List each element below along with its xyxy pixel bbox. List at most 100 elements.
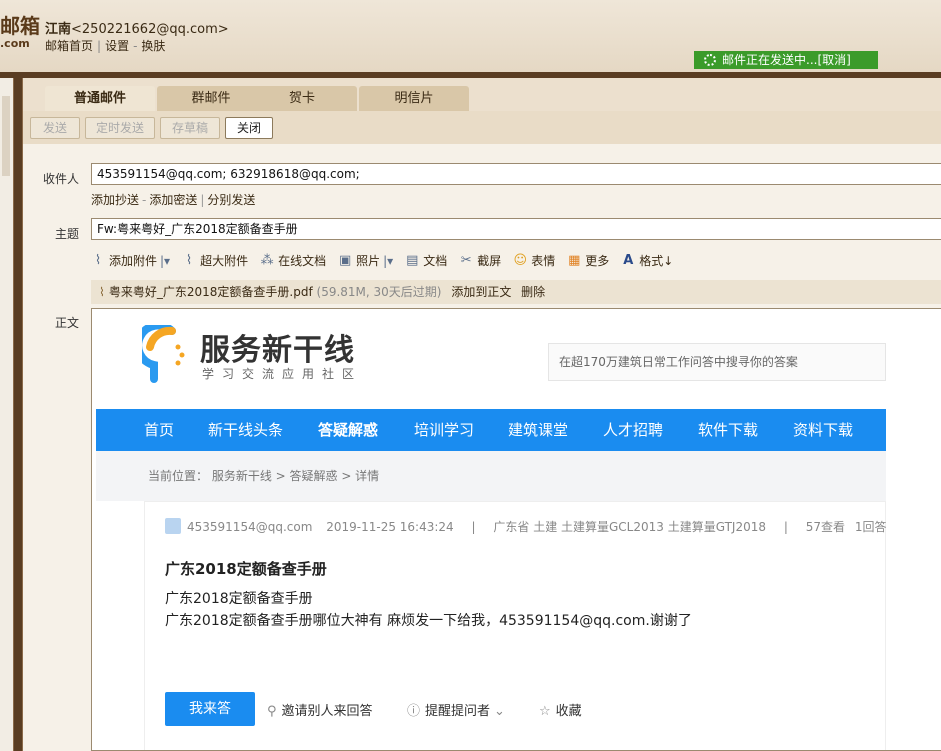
photo-label: 照片 [356, 254, 381, 268]
document-button[interactable]: ▤ 文档 [405, 252, 447, 269]
scissors-icon: ✂ [460, 252, 472, 268]
scheduled-send-button[interactable]: 定时发送 [85, 117, 155, 139]
mail-logo[interactable]: 邮箱 .com [0, 14, 40, 49]
subject-field[interactable]: Fw:粤来粤好_广东2018定额备查手册 [91, 218, 941, 240]
question-tags: 广东省 土建 土建算量GCL2013 土建算量GTJ2018 [493, 520, 767, 534]
paperclip-icon: ⌇ [185, 252, 193, 268]
question-author[interactable]: 453591154@qq.com [187, 520, 312, 534]
avatar [165, 518, 181, 534]
tab-postcard[interactable]: 明信片 [359, 86, 469, 111]
question-body: 广东2018定额备查手册 广东2018定额备查手册哪位大神有 麻烦发一下给我，4… [165, 588, 692, 632]
body-editor[interactable]: 服务新干线 学习交流应用社区 在超170万建筑日常工作问答中搜寻你的答案 首页 … [91, 308, 941, 751]
tab-normal-mail[interactable]: 普通邮件 [45, 86, 155, 111]
user-email: <250221662@qq.com> [71, 22, 229, 37]
favorite-label: 收藏 [555, 704, 582, 719]
online-doc-button[interactable]: ⁂ 在线文档 [260, 252, 327, 269]
paperclip-icon: ⌇ [99, 285, 105, 299]
meta-separator: | [471, 520, 476, 534]
emoji-label: 表情 [531, 254, 556, 268]
loading-spinner-icon [704, 54, 716, 66]
compose-tabs: 普通邮件 群邮件 贺卡 明信片 [23, 78, 941, 111]
font-icon: A [623, 252, 634, 268]
attachment-meta: (59.81M, 30天后过期) [316, 285, 442, 299]
attachment-row: ⌇ 粤来粤好_广东2018定额备查手册.pdf (59.81M, 30天后过期) … [91, 280, 941, 304]
favorite-link[interactable]: ☆ 收藏 [539, 700, 582, 719]
more-label: 更多 [585, 254, 610, 268]
question-title: 广东2018定额备查手册 [165, 560, 327, 578]
top-links: 邮箱首页 | 设置 - 换肤 [45, 39, 166, 53]
top-bar: 邮箱 .com 江南<250221662@qq.com> 邮箱首页 | 设置 - 换肤 … [0, 0, 941, 72]
more-button[interactable]: ▦ 更多 [567, 252, 609, 269]
link-skin[interactable]: 换肤 [141, 39, 165, 53]
logo-sub: .com [0, 37, 30, 50]
meta-separator: | [783, 520, 788, 534]
nav-qa[interactable]: 答疑解惑 [318, 409, 378, 451]
format-label: 格式↓ [639, 254, 674, 268]
question-views: 57查看 [805, 520, 845, 534]
emoji-button[interactable]: ☺ 表情 [513, 252, 555, 269]
nav-downloads[interactable]: 资料下载 [793, 409, 853, 451]
invite-answer-link[interactable]: ⚲ 邀请别人来回答 [267, 700, 373, 719]
send-button[interactable]: 发送 [30, 117, 80, 139]
separate-send-link[interactable]: 分别发送 [207, 193, 255, 207]
question-body-line: 广东2018定额备查手册哪位大神有 麻烦发一下给我，453591154@qq.c… [165, 613, 692, 629]
screenshot-label: 截屏 [477, 254, 502, 268]
site-search-input[interactable]: 在超170万建筑日常工作问答中搜寻你的答案 [548, 343, 886, 381]
nav-training[interactable]: 培训学习 [414, 409, 474, 451]
attachment-name[interactable]: 粤来粤好_广东2018定额备查手册.pdf [109, 285, 313, 299]
nav-software[interactable]: 软件下载 [698, 409, 758, 451]
person-icon: ⚲ [267, 704, 277, 719]
paperclip-icon: ⌇ [94, 252, 102, 268]
chevron-down-icon[interactable]: |▾ [383, 254, 393, 268]
answer-button[interactable]: 我来答 [165, 692, 255, 726]
subject-label: 主题 [55, 227, 80, 241]
share-icon: ⁂ [260, 252, 274, 268]
screenshot-button[interactable]: ✂ 截屏 [459, 252, 501, 269]
compose-form: 收件人 453591154@qq.com; 632918618@qq.com; … [23, 144, 941, 751]
large-attachment-label: 超大附件 [200, 254, 249, 268]
sending-status-text: 邮件正在发送中... [722, 53, 818, 67]
body-label: 正文 [55, 316, 80, 330]
question-card: 453591154@qq.com 2019-11-25 16:43:24 | 广… [144, 501, 886, 750]
image-icon: ▣ [338, 252, 352, 268]
add-to-body-link[interactable]: 添加到正文 [451, 285, 511, 299]
nav-headlines[interactable]: 新干线头条 [208, 409, 283, 451]
question-meta: 453591154@qq.com 2019-11-25 16:43:24 | 广… [165, 518, 886, 535]
tab-greeting-card[interactable]: 贺卡 [247, 86, 357, 111]
grid-icon: ▦ [568, 252, 581, 268]
link-settings[interactable]: 设置 [105, 39, 129, 53]
smiley-icon: ☺ [513, 252, 528, 268]
format-button[interactable]: A 格式↓ [621, 252, 673, 269]
chevron-down-icon: ⌄ [494, 704, 505, 719]
logo-text: 邮箱 [0, 14, 40, 38]
chevron-down-icon[interactable]: |▾ [160, 254, 170, 268]
star-icon: ☆ [539, 704, 551, 719]
add-bcc-link[interactable]: 添加密送 [149, 193, 197, 207]
add-attachment-button[interactable]: ⌇ 添加附件 |▾ [91, 252, 170, 269]
info-icon: ⓘ [407, 704, 421, 719]
cancel-send-link[interactable]: [取消] [817, 53, 850, 67]
close-button[interactable]: 关闭 [225, 117, 273, 139]
to-field[interactable]: 453591154@qq.com; 632918618@qq.com; [91, 163, 941, 185]
save-draft-button[interactable]: 存草稿 [160, 117, 220, 139]
remind-asker-link[interactable]: ⓘ 提醒提问者 ⌄ [407, 700, 510, 719]
add-attachment-label: 添加附件 [109, 254, 158, 268]
nav-classroom[interactable]: 建筑课堂 [508, 409, 568, 451]
link-mail-home[interactable]: 邮箱首页 [45, 39, 93, 53]
compose-panel: 普通邮件 群邮件 贺卡 明信片 发送 定时发送 存草稿 关闭 收件人 45359… [22, 78, 941, 751]
user-name: 江南 [45, 22, 72, 37]
online-doc-label: 在线文档 [278, 254, 327, 268]
nav-home[interactable]: 首页 [144, 409, 174, 451]
left-pane [0, 78, 14, 751]
nav-jobs[interactable]: 人才招聘 [603, 409, 663, 451]
add-cc-link[interactable]: 添加抄送 [91, 193, 139, 207]
sending-status-bar: 邮件正在发送中...[取消] [694, 51, 878, 69]
user-info: 江南<250221662@qq.com> [45, 18, 229, 37]
site-logo-icon [142, 325, 185, 383]
document-icon: ▤ [406, 252, 419, 268]
photo-button[interactable]: ▣ 照片 |▾ [338, 252, 393, 269]
large-attachment-button[interactable]: ⌇ 超大附件 [182, 252, 248, 269]
remind-label: 提醒提问者 [425, 704, 491, 719]
left-scrollbar[interactable] [2, 96, 10, 176]
delete-attachment-link[interactable]: 删除 [521, 285, 545, 299]
